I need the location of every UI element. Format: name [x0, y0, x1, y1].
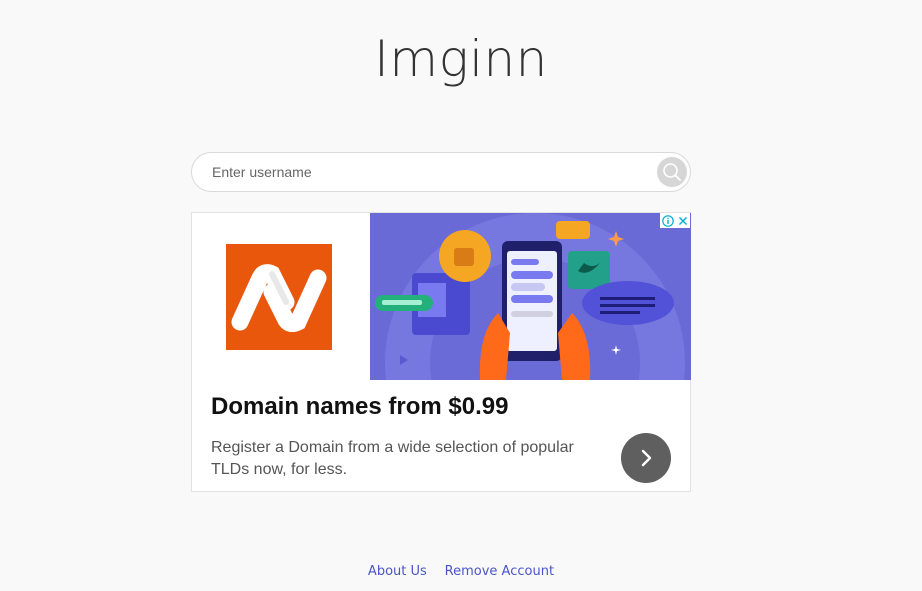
page: Imginn Enter username Domain names from … — [0, 0, 922, 591]
close-icon[interactable] — [675, 213, 690, 228]
advertisement[interactable]: Domain names from $0.99 Register a Domai… — [191, 212, 691, 492]
ad-headline[interactable]: Domain names from $0.99 — [211, 393, 508, 421]
site-logo-title[interactable]: Imginn — [0, 30, 922, 88]
search-icon — [663, 163, 681, 181]
footer: About Us Remove Account — [0, 562, 922, 579]
search-button[interactable] — [657, 157, 687, 187]
namecheap-logo — [226, 244, 332, 350]
ad-cta-button[interactable] — [621, 433, 671, 483]
ad-hero-illustration — [370, 213, 691, 380]
ad-choices[interactable] — [660, 213, 690, 228]
search-input[interactable] — [212, 153, 632, 191]
about-us-link[interactable]: About Us — [368, 564, 427, 579]
chevron-right-icon — [641, 449, 652, 467]
info-icon[interactable] — [660, 213, 675, 228]
ad-description: Register a Domain from a wide selection … — [211, 439, 574, 478]
search-bar — [191, 152, 691, 192]
remove-account-link[interactable]: Remove Account — [445, 564, 554, 579]
